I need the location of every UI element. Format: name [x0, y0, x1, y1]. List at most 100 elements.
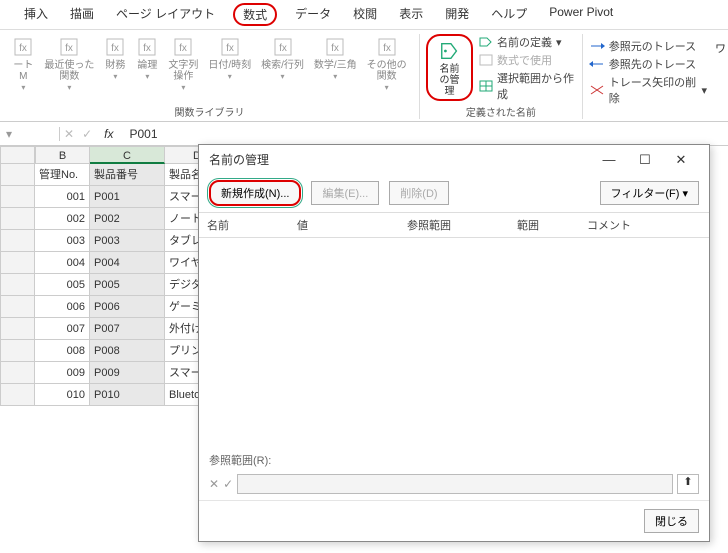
- define-name-button[interactable]: 名前の定義 ▾: [479, 34, 576, 50]
- row-header[interactable]: [0, 208, 35, 230]
- row-header[interactable]: [0, 340, 35, 362]
- func-item-2[interactable]: fx財務▾: [102, 34, 128, 84]
- name-manager-button[interactable]: 名前 の管理: [434, 38, 465, 99]
- trace-dep-icon: [589, 58, 605, 70]
- cell[interactable]: P009: [90, 362, 165, 384]
- cell[interactable]: P008: [90, 340, 165, 362]
- col-value[interactable]: 値: [297, 217, 407, 233]
- create-from-selection-button[interactable]: 選択範囲から作成: [479, 70, 576, 102]
- svg-text:fx: fx: [331, 43, 339, 54]
- edit-name-button: 編集(E)...: [311, 181, 379, 205]
- ribbon-tab-4[interactable]: データ: [291, 3, 335, 26]
- cell[interactable]: 008: [35, 340, 90, 362]
- header-cell[interactable]: 製品番号: [90, 164, 165, 186]
- func-item-6[interactable]: fx検索/行列▾: [259, 34, 306, 84]
- dialog-titlebar: 名前の管理 ― ☐ ✕: [199, 145, 709, 174]
- formula-value[interactable]: P001: [121, 127, 165, 141]
- ribbon: fxート M▾fx最近使った 関数▾fx財務▾fx論理▾fx文字列 操作▾fx日…: [0, 30, 728, 122]
- remove-arrows-button[interactable]: トレース矢印の削除 ▾: [589, 74, 707, 106]
- func-item-0[interactable]: fxート M▾: [10, 34, 36, 95]
- func-item-3[interactable]: fx論理▾: [134, 34, 160, 84]
- cell[interactable]: P006: [90, 296, 165, 318]
- group-function-library: fxート M▾fx最近使った 関数▾fx財務▾fx論理▾fx文字列 操作▾fx日…: [0, 34, 420, 119]
- trace-prec-icon: [589, 40, 605, 52]
- ribbon-tab-1[interactable]: 描画: [66, 3, 98, 26]
- cell[interactable]: P010: [90, 384, 165, 406]
- trace-precedents-button[interactable]: 参照元のトレース: [589, 38, 707, 54]
- row-header[interactable]: [0, 164, 35, 186]
- svg-text:fx: fx: [179, 43, 187, 54]
- refers-to-input[interactable]: [237, 474, 673, 494]
- col-header-B[interactable]: B: [35, 146, 90, 164]
- name-manager-dialog: 名前の管理 ― ☐ ✕ 新規作成(N)... 編集(E)... 削除(D) フィ…: [198, 144, 710, 542]
- cell[interactable]: P005: [90, 274, 165, 296]
- ribbon-tab-2[interactable]: ページ レイアウト: [112, 3, 219, 26]
- cancel-ref-icon: ✕: [209, 477, 219, 491]
- ribbon-tab-3[interactable]: 数式: [233, 3, 277, 26]
- cell[interactable]: 001: [35, 186, 90, 208]
- dialog-name-list[interactable]: [199, 238, 709, 448]
- refers-to-label: 参照範囲(R):: [199, 448, 709, 472]
- new-name-button[interactable]: 新規作成(N)...: [209, 180, 301, 206]
- row-header[interactable]: [0, 274, 35, 296]
- func-item-1[interactable]: fx最近使った 関数▾: [42, 34, 96, 95]
- cell[interactable]: 006: [35, 296, 90, 318]
- ribbon-tab-0[interactable]: 挿入: [20, 3, 52, 26]
- row-header[interactable]: [0, 252, 35, 274]
- row-header[interactable]: [0, 230, 35, 252]
- func-item-8[interactable]: fxその他の 関数▾: [365, 34, 409, 95]
- cell[interactable]: P004: [90, 252, 165, 274]
- func-item-7[interactable]: fx数学/三角▾: [312, 34, 359, 84]
- cell[interactable]: 005: [35, 274, 90, 296]
- group-formula-auditing: 参照元のトレース 参照先のトレース トレース矢印の削除 ▾: [583, 34, 713, 119]
- ribbon-tab-7[interactable]: 開発: [441, 3, 473, 26]
- cell[interactable]: P003: [90, 230, 165, 252]
- ribbon-tab-5[interactable]: 校閲: [349, 3, 381, 26]
- ribbon-tab-9[interactable]: Power Pivot: [545, 3, 617, 26]
- col-ref[interactable]: 参照範囲: [407, 217, 517, 233]
- select-all-corner[interactable]: [0, 146, 35, 164]
- col-name[interactable]: 名前: [207, 217, 297, 233]
- function-icon: fx: [376, 36, 398, 58]
- col-header-C[interactable]: C: [90, 146, 165, 164]
- group-label-function-library: 関数ライブラリ: [175, 102, 245, 119]
- cell[interactable]: P001: [90, 186, 165, 208]
- col-scope[interactable]: 範囲: [517, 217, 587, 233]
- delete-name-button: 削除(D): [389, 181, 448, 205]
- watch-window-partial: ワ: [713, 34, 728, 119]
- cell[interactable]: 009: [35, 362, 90, 384]
- grid-icon: [479, 80, 493, 92]
- minimize-button[interactable]: ―: [591, 152, 627, 167]
- trace-dependents-button[interactable]: 参照先のトレース: [589, 56, 707, 72]
- range-picker-button[interactable]: ⬆: [677, 474, 699, 494]
- row-header[interactable]: [0, 362, 35, 384]
- row-header[interactable]: [0, 186, 35, 208]
- function-icon: fx: [136, 36, 158, 58]
- row-header[interactable]: [0, 318, 35, 340]
- row-header[interactable]: [0, 384, 35, 406]
- cancel-icon: ✕: [60, 127, 78, 141]
- row-header[interactable]: [0, 296, 35, 318]
- col-comment[interactable]: コメント: [587, 217, 701, 233]
- header-cell[interactable]: 管理No.: [35, 164, 90, 186]
- close-button[interactable]: ✕: [663, 152, 699, 168]
- cell[interactable]: P007: [90, 318, 165, 340]
- cell[interactable]: P002: [90, 208, 165, 230]
- cell[interactable]: 004: [35, 252, 90, 274]
- cell[interactable]: 002: [35, 208, 90, 230]
- cell[interactable]: 003: [35, 230, 90, 252]
- cell[interactable]: 007: [35, 318, 90, 340]
- ribbon-tab-8[interactable]: ヘルプ: [487, 3, 531, 26]
- ribbon-tab-6[interactable]: 表示: [395, 3, 427, 26]
- func-item-4[interactable]: fx文字列 操作▾: [166, 34, 200, 95]
- function-icon: fx: [324, 36, 346, 58]
- maximize-button[interactable]: ☐: [627, 152, 663, 168]
- svg-text:fx: fx: [279, 43, 287, 54]
- dialog-close-button[interactable]: 閉じる: [644, 509, 699, 533]
- refers-to-row: ✕ ✓ ⬆: [199, 472, 709, 500]
- cell[interactable]: 010: [35, 384, 90, 406]
- name-box[interactable]: ▾: [0, 127, 60, 141]
- func-item-5[interactable]: fx日付/時刻▾: [206, 34, 253, 84]
- fx-button[interactable]: fx: [96, 127, 121, 141]
- filter-button[interactable]: フィルター(F) ▾: [600, 181, 699, 205]
